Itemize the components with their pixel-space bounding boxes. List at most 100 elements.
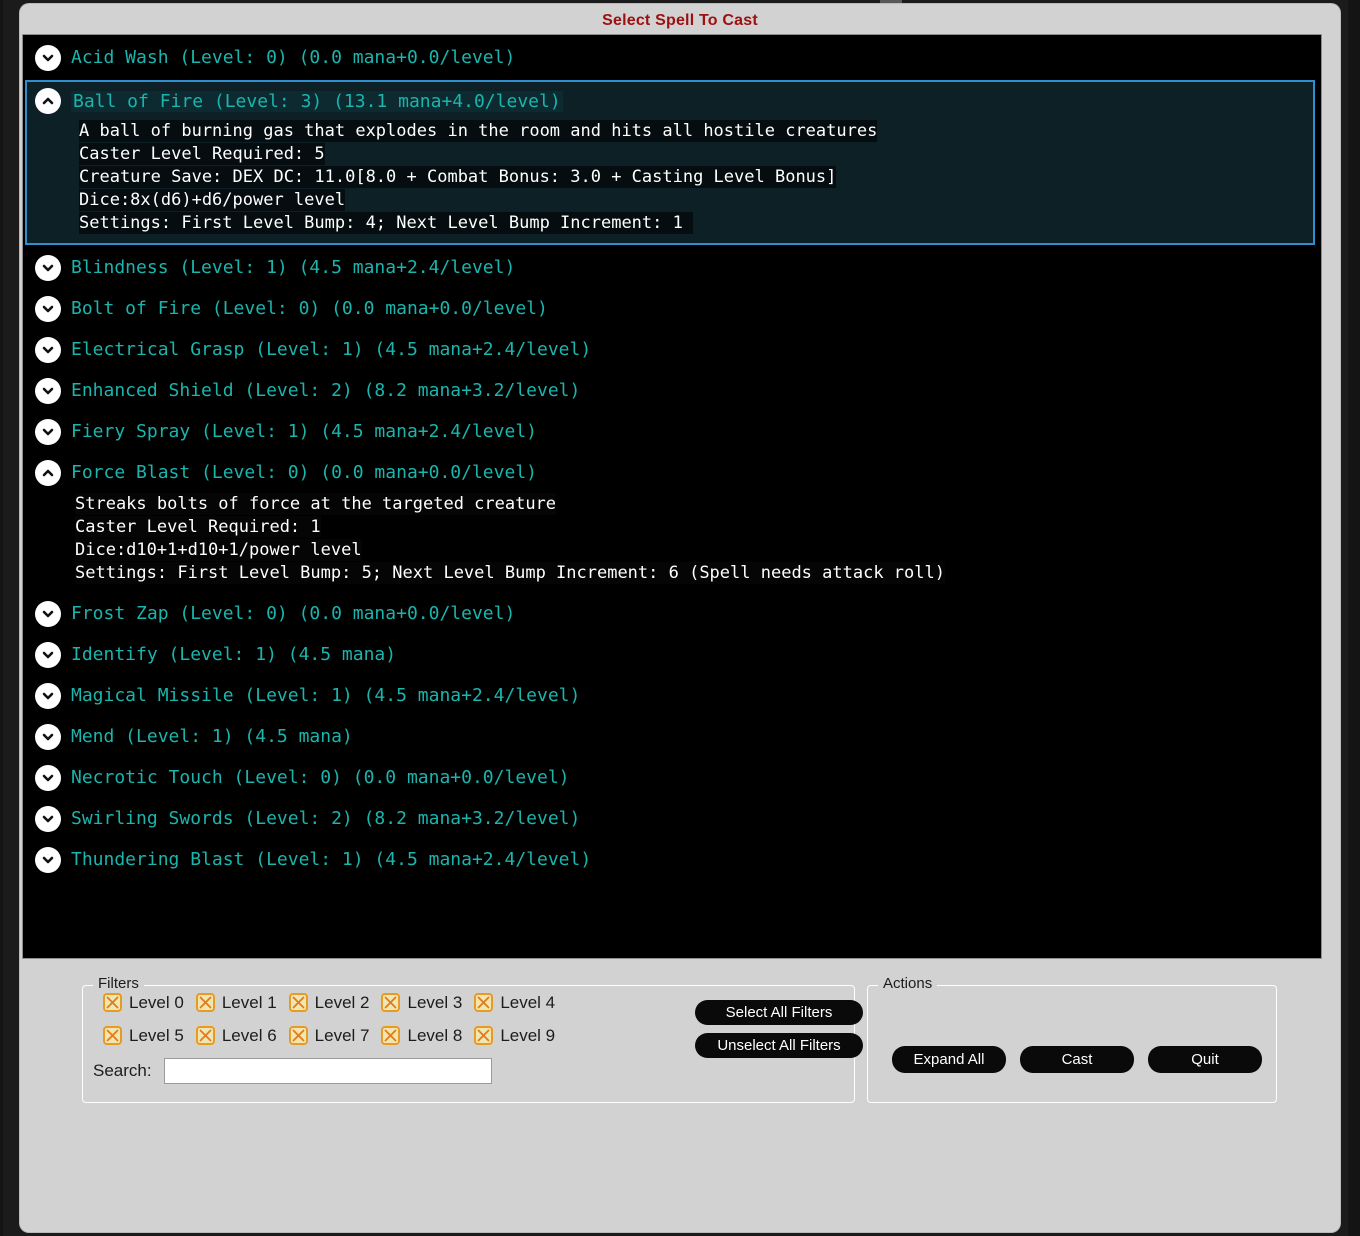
spell-item[interactable]: Electrical Grasp (Level: 1) (4.5 mana+2.… — [23, 329, 1321, 370]
action-buttons: Expand All Cast Quit — [892, 1046, 1262, 1073]
right-edge-strip — [1348, 0, 1360, 1236]
spell-item[interactable]: Acid Wash (Level: 0) (0.0 mana+0.0/level… — [23, 37, 1321, 78]
spell-item-header[interactable]: Mend (Level: 1) (4.5 mana) — [23, 716, 1321, 757]
checkbox-x-icon[interactable] — [381, 993, 401, 1012]
spell-detail-row: Dice:d10+1+d10+1/power level — [75, 539, 1321, 562]
actions-group: Actions Expand All Cast Quit — [867, 975, 1277, 1103]
spell-detail-text: Dice:d10+1+d10+1/power level — [75, 539, 362, 561]
filter-checkbox-label: Level 9 — [500, 1025, 556, 1045]
checkbox-x-icon[interactable] — [103, 1026, 122, 1045]
spell-detail-row: Streaks bolts of force at the targeted c… — [75, 493, 1321, 516]
search-input[interactable] — [163, 1058, 492, 1084]
chevron-down-icon[interactable] — [35, 641, 61, 668]
filters-group-label: Filters — [93, 975, 144, 992]
filter-checkbox-level-6[interactable]: Level 6 — [195, 1025, 277, 1046]
page-title: Select Spell To Cast — [602, 12, 758, 29]
filter-checkbox-level-4[interactable]: Level 4 — [474, 993, 555, 1013]
chevron-down-icon[interactable] — [35, 336, 61, 363]
filter-checkbox-level-8[interactable]: Level 8 — [381, 1026, 462, 1046]
spell-item[interactable]: Thundering Blast (Level: 1) (4.5 mana+2.… — [23, 839, 1321, 880]
filter-checkbox-level-3[interactable]: Level 3 — [381, 993, 462, 1013]
chevron-down-icon[interactable] — [35, 295, 61, 322]
spell-item-header[interactable]: Magical Missile (Level: 1) (4.5 mana+2.4… — [23, 675, 1321, 716]
chevron-down-icon[interactable] — [35, 682, 61, 709]
filter-checkbox-label: Level 3 — [407, 992, 463, 1012]
spell-item-header[interactable]: Enhanced Shield (Level: 2) (8.2 mana+3.2… — [23, 370, 1321, 411]
checkbox-x-icon[interactable] — [288, 1026, 308, 1045]
expand-all-button[interactable]: Expand All — [892, 1046, 1006, 1073]
filter-checkbox-level-9[interactable]: Level 9 — [474, 1026, 555, 1046]
spell-item[interactable]: Mend (Level: 1) (4.5 mana) — [23, 716, 1321, 757]
spell-item-header[interactable]: Electrical Grasp (Level: 1) (4.5 mana+2.… — [23, 329, 1321, 370]
filter-checkbox-level-1[interactable]: Level 1 — [195, 993, 277, 1013]
filter-checkbox-label: Level 2 — [314, 992, 370, 1012]
chevron-down-icon[interactable] — [35, 44, 61, 71]
spell-detail-row: A ball of burning gas that explodes in t… — [79, 120, 1313, 143]
spell-item[interactable]: Magical Missile (Level: 1) (4.5 mana+2.4… — [23, 675, 1321, 716]
spell-item[interactable]: Ball of Fire (Level: 3) (13.1 mana+4.0/l… — [25, 80, 1315, 245]
spell-item-header[interactable]: Thundering Blast (Level: 1) (4.5 mana+2.… — [23, 839, 1321, 880]
spell-item-header[interactable]: Bolt of Fire (Level: 0) (0.0 mana+0.0/le… — [23, 288, 1321, 329]
chevron-down-icon[interactable] — [35, 723, 61, 750]
spell-item-header[interactable]: Frost Zap (Level: 0) (0.0 mana+0.0/level… — [23, 593, 1321, 634]
spell-item-header[interactable]: Necrotic Touch (Level: 0) (0.0 mana+0.0/… — [23, 757, 1321, 798]
unselect-all-filters-button[interactable]: Unselect All Filters — [695, 1033, 863, 1058]
spell-item-title: Necrotic Touch (Level: 0) (0.0 mana+0.0/… — [71, 767, 570, 788]
spell-item-title: Fiery Spray (Level: 1) (4.5 mana+2.4/lev… — [71, 421, 537, 442]
checkbox-x-icon[interactable] — [288, 993, 308, 1012]
spell-item-header[interactable]: Ball of Fire (Level: 3) (13.1 mana+4.0/l… — [27, 82, 1313, 120]
chevron-down-icon[interactable] — [35, 377, 61, 404]
checkbox-x-icon[interactable] — [195, 1026, 215, 1045]
chevron-down-icon[interactable] — [35, 805, 61, 832]
spell-item[interactable]: Identify (Level: 1) (4.5 mana) — [23, 634, 1321, 675]
spell-detail-text: Caster Level Required: 1 — [75, 516, 321, 538]
spell-item-header[interactable]: Acid Wash (Level: 0) (0.0 mana+0.0/level… — [23, 37, 1321, 78]
chevron-down-icon[interactable] — [35, 846, 61, 873]
spell-detail-text: Streaks bolts of force at the targeted c… — [75, 493, 557, 515]
select-all-filters-button[interactable]: Select All Filters — [695, 1000, 863, 1025]
chevron-down-icon[interactable] — [35, 418, 61, 445]
chevron-down-icon[interactable] — [35, 600, 61, 627]
spell-item[interactable]: Fiery Spray (Level: 1) (4.5 mana+2.4/lev… — [23, 411, 1321, 452]
chevron-up-icon[interactable] — [35, 459, 61, 486]
chevron-down-icon[interactable] — [35, 254, 61, 281]
spell-item[interactable]: Bolt of Fire (Level: 0) (0.0 mana+0.0/le… — [23, 288, 1321, 329]
spell-item-title: Mend (Level: 1) (4.5 mana) — [71, 726, 353, 747]
checkbox-x-icon[interactable] — [474, 993, 494, 1012]
quit-button[interactable]: Quit — [1148, 1046, 1262, 1073]
spell-detail-row: Caster Level Required: 5 — [79, 143, 1313, 166]
checkbox-x-icon[interactable] — [474, 1026, 494, 1045]
spell-item-header[interactable]: Swirling Swords (Level: 2) (8.2 mana+3.2… — [23, 798, 1321, 839]
chevron-up-icon[interactable] — [35, 88, 61, 114]
filter-checkbox-level-2[interactable]: Level 2 — [288, 992, 370, 1013]
spell-detail-text: Creature Save: DEX DC: 11.0[8.0 + Combat… — [79, 166, 837, 188]
checkbox-x-icon[interactable] — [195, 993, 215, 1012]
checkbox-x-icon[interactable] — [103, 993, 122, 1012]
chevron-down-icon[interactable] — [35, 764, 61, 791]
spell-detail-row: Caster Level Required: 1 — [75, 516, 1321, 539]
spell-item[interactable]: Frost Zap (Level: 0) (0.0 mana+0.0/level… — [23, 593, 1321, 634]
filter-checkbox-level-7[interactable]: Level 7 — [288, 1026, 369, 1046]
checkbox-x-icon[interactable] — [381, 1026, 401, 1045]
filter-checkbox-level-0[interactable]: Level 0 — [103, 993, 184, 1013]
spell-detail-text: Dice:8x(d6)+d6/power level — [79, 189, 346, 211]
spell-item-header[interactable]: Fiery Spray (Level: 1) (4.5 mana+2.4/lev… — [23, 411, 1321, 452]
spell-detail-text: Settings: First Level Bump: 4; Next Leve… — [79, 212, 694, 234]
spell-item[interactable]: Swirling Swords (Level: 2) (8.2 mana+3.2… — [23, 798, 1321, 839]
filter-checkbox-level-5[interactable]: Level 5 — [103, 1026, 184, 1046]
spell-item[interactable]: Necrotic Touch (Level: 0) (0.0 mana+0.0/… — [23, 757, 1321, 798]
spell-item-header[interactable]: Identify (Level: 1) (4.5 mana) — [23, 634, 1321, 675]
spell-list: Acid Wash (Level: 0) (0.0 mana+0.0/level… — [23, 35, 1321, 880]
spell-list-panel[interactable]: Acid Wash (Level: 0) (0.0 mana+0.0/level… — [22, 34, 1322, 959]
spell-item[interactable]: Blindness (Level: 1) (4.5 mana+2.4/level… — [23, 247, 1321, 288]
spell-item-header[interactable]: Blindness (Level: 1) (4.5 mana+2.4/level… — [23, 247, 1321, 288]
filter-checkbox-label: Level 6 — [221, 1025, 277, 1045]
spell-detail-text: Settings: First Level Bump: 5; Next Leve… — [75, 562, 945, 584]
spell-item-title: Ball of Fire (Level: 3) (13.1 mana+4.0/l… — [71, 90, 563, 112]
filter-checkbox-label: Level 5 — [129, 1025, 184, 1045]
cast-button[interactable]: Cast — [1020, 1046, 1134, 1073]
spell-item-header[interactable]: Force Blast (Level: 0) (0.0 mana+0.0/lev… — [23, 452, 1321, 493]
spell-item[interactable]: Enhanced Shield (Level: 2) (8.2 mana+3.2… — [23, 370, 1321, 411]
spell-item[interactable]: Force Blast (Level: 0) (0.0 mana+0.0/lev… — [23, 452, 1321, 593]
spell-item-title: Electrical Grasp (Level: 1) (4.5 mana+2.… — [71, 339, 592, 360]
